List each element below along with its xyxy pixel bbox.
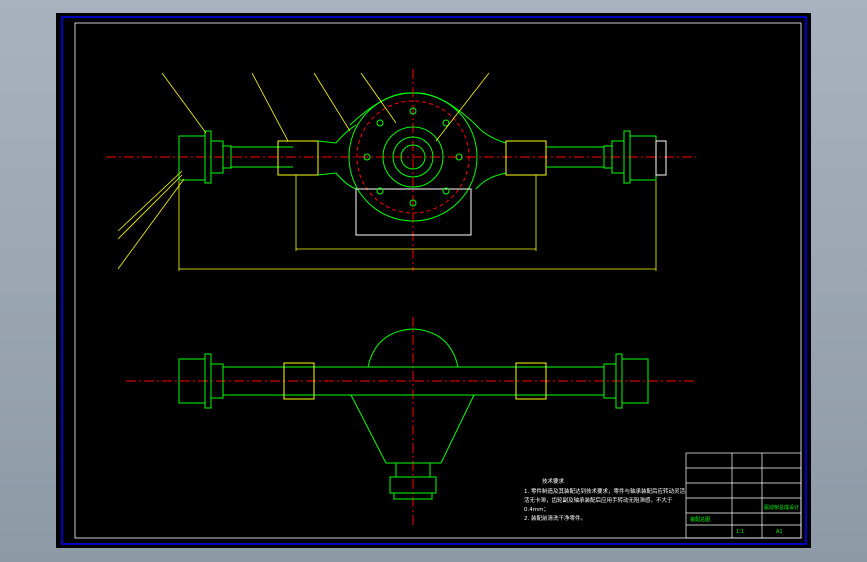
tech-req-title: 技术要求 bbox=[542, 477, 565, 485]
title-scale: 1:1 bbox=[736, 529, 744, 535]
top-view bbox=[106, 69, 696, 271]
tech-req-line-3: 0.4mm； bbox=[524, 507, 549, 513]
title-block-text: 驱动桥总成设计 装配总图 1:1 A1 bbox=[690, 504, 799, 535]
axle-assembly-drawing: 技术要求 1. 零件制造及其装配达到技术要求，零件与轴承装配后应转动灵活 活无卡… bbox=[61, 16, 807, 545]
tech-req-line-2: 活无卡滞，齿轮副及轴承装配后应用手转动无阻滞感，不大于 bbox=[524, 496, 673, 504]
title-drawing-no: 装配总图 bbox=[690, 516, 710, 523]
inner-border bbox=[74, 22, 802, 539]
tech-req-line-1: 1. 零件制造及其装配达到技术要求，零件与轴承装配后应转动灵活 bbox=[524, 487, 685, 495]
leader-lines bbox=[117, 72, 490, 270]
technical-requirements: 技术要求 1. 零件制造及其装配达到技术要求，零件与轴承装配后应转动灵活 活无卡… bbox=[524, 477, 685, 522]
title-company: 驱动桥总成设计 bbox=[764, 504, 799, 511]
cad-viewport[interactable]: 技术要求 1. 零件制造及其装配达到技术要求，零件与轴承装配后应转动灵活 活无卡… bbox=[56, 13, 811, 548]
tech-req-line-4: 2. 装配前清洗干净零件。 bbox=[524, 514, 586, 522]
title-block bbox=[685, 452, 802, 539]
title-sheet: A1 bbox=[776, 529, 783, 535]
